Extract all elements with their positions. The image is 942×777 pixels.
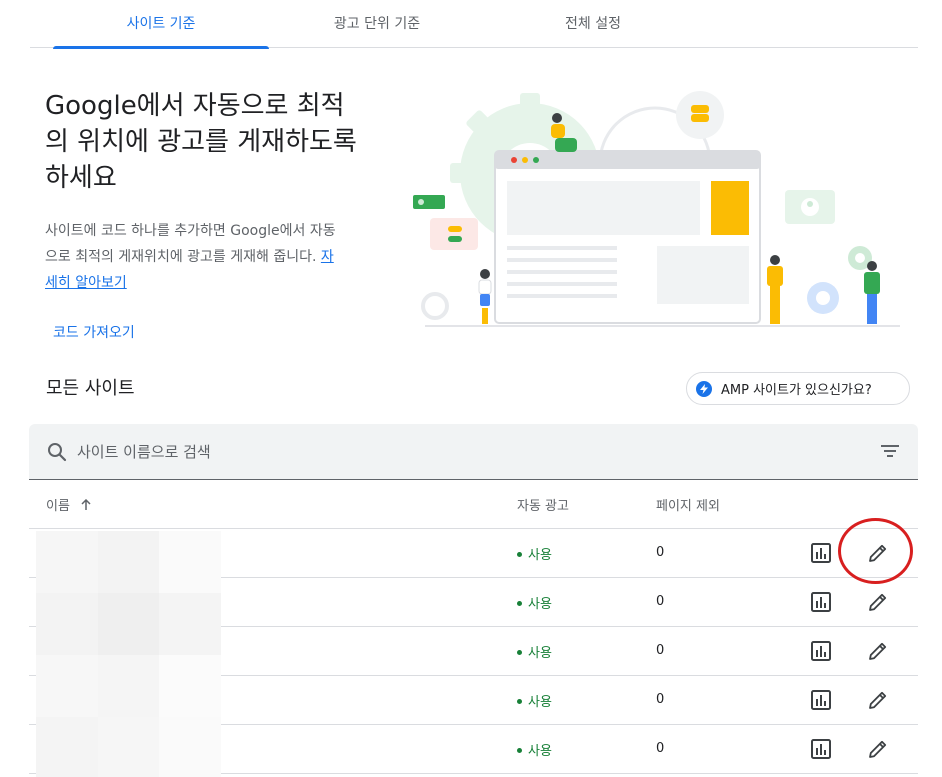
auto-ads-status: 사용 [517,740,552,759]
report-icon[interactable] [810,689,832,711]
status-dot [517,650,522,655]
tab-ad-unit[interactable]: 광고 단위 기준 [269,0,485,48]
status-label: 사용 [528,695,552,710]
table-header: 이름 자동 광고 페이지 제외 [29,480,918,529]
report-icon[interactable] [810,640,832,662]
status-dot [517,748,522,753]
pencil-icon[interactable] [867,591,889,613]
status-label: 사용 [528,646,552,661]
column-header-page-exclusions[interactable]: 페이지 제외 [656,495,720,514]
import-code-button[interactable]: 코드 가져오기 [53,322,135,342]
column-header-name[interactable]: 이름 [46,495,92,514]
page-exclusions-count: 0 [656,545,665,560]
auto-ads-status: 사용 [517,593,552,612]
report-icon[interactable] [810,542,832,564]
page-exclusions-count: 0 [656,692,665,707]
tab-global-settings[interactable]: 전체 설정 [485,0,701,48]
hero-description-text: 사이트에 코드 하나를 추가하면 Google에서 자동으로 최적의 게재위치에… [45,223,336,265]
sites-section-title: 모든 사이트 [46,378,135,399]
status-dot [517,699,522,704]
pencil-icon[interactable] [867,542,889,564]
amp-sites-label: AMP 사이트가 있으신가요? [721,383,872,398]
hero-illustration [413,91,900,327]
hero-description: 사이트에 코드 하나를 추가하면 Google에서 자동으로 최적의 게재위치에… [45,218,345,296]
pencil-icon[interactable] [867,738,889,760]
column-header-auto-ads[interactable]: 자동 광고 [517,495,569,514]
site-search-input[interactable] [77,438,857,466]
auto-ads-status: 사용 [517,691,552,710]
status-dot [517,552,522,557]
tab-bar: 사이트 기준 광고 단위 기준 전체 설정 [30,0,918,49]
auto-ads-status: 사용 [517,544,552,563]
status-label: 사용 [528,597,552,612]
page-exclusions-count: 0 [656,741,665,756]
pencil-icon[interactable] [867,640,889,662]
sites-table: 이름 자동 광고 페이지 제외 사용 0 사용 0 사용 0 사용 0 사용 0 [29,480,918,777]
filter-icon[interactable] [880,443,900,463]
pencil-icon[interactable] [867,689,889,711]
page-exclusions-count: 0 [656,594,665,609]
amp-sites-button[interactable]: AMP 사이트가 있으신가요? [686,372,910,405]
status-dot [517,601,522,606]
redacted-site-names [36,531,231,777]
tab-site[interactable]: 사이트 기준 [53,0,269,49]
status-label: 사용 [528,744,552,759]
status-label: 사용 [528,548,552,563]
search-icon [47,442,67,466]
search-bar [29,424,918,480]
report-icon[interactable] [810,738,832,760]
column-name-label: 이름 [46,499,70,514]
report-icon[interactable] [810,591,832,613]
page-exclusions-count: 0 [656,643,665,658]
auto-ads-status: 사용 [517,642,552,661]
bolt-icon [696,380,712,397]
hero-title: Google에서 자동으로 최적의 위치에 광고를 게재하도록 하세요 [45,91,357,193]
arrow-up-icon [81,498,91,510]
